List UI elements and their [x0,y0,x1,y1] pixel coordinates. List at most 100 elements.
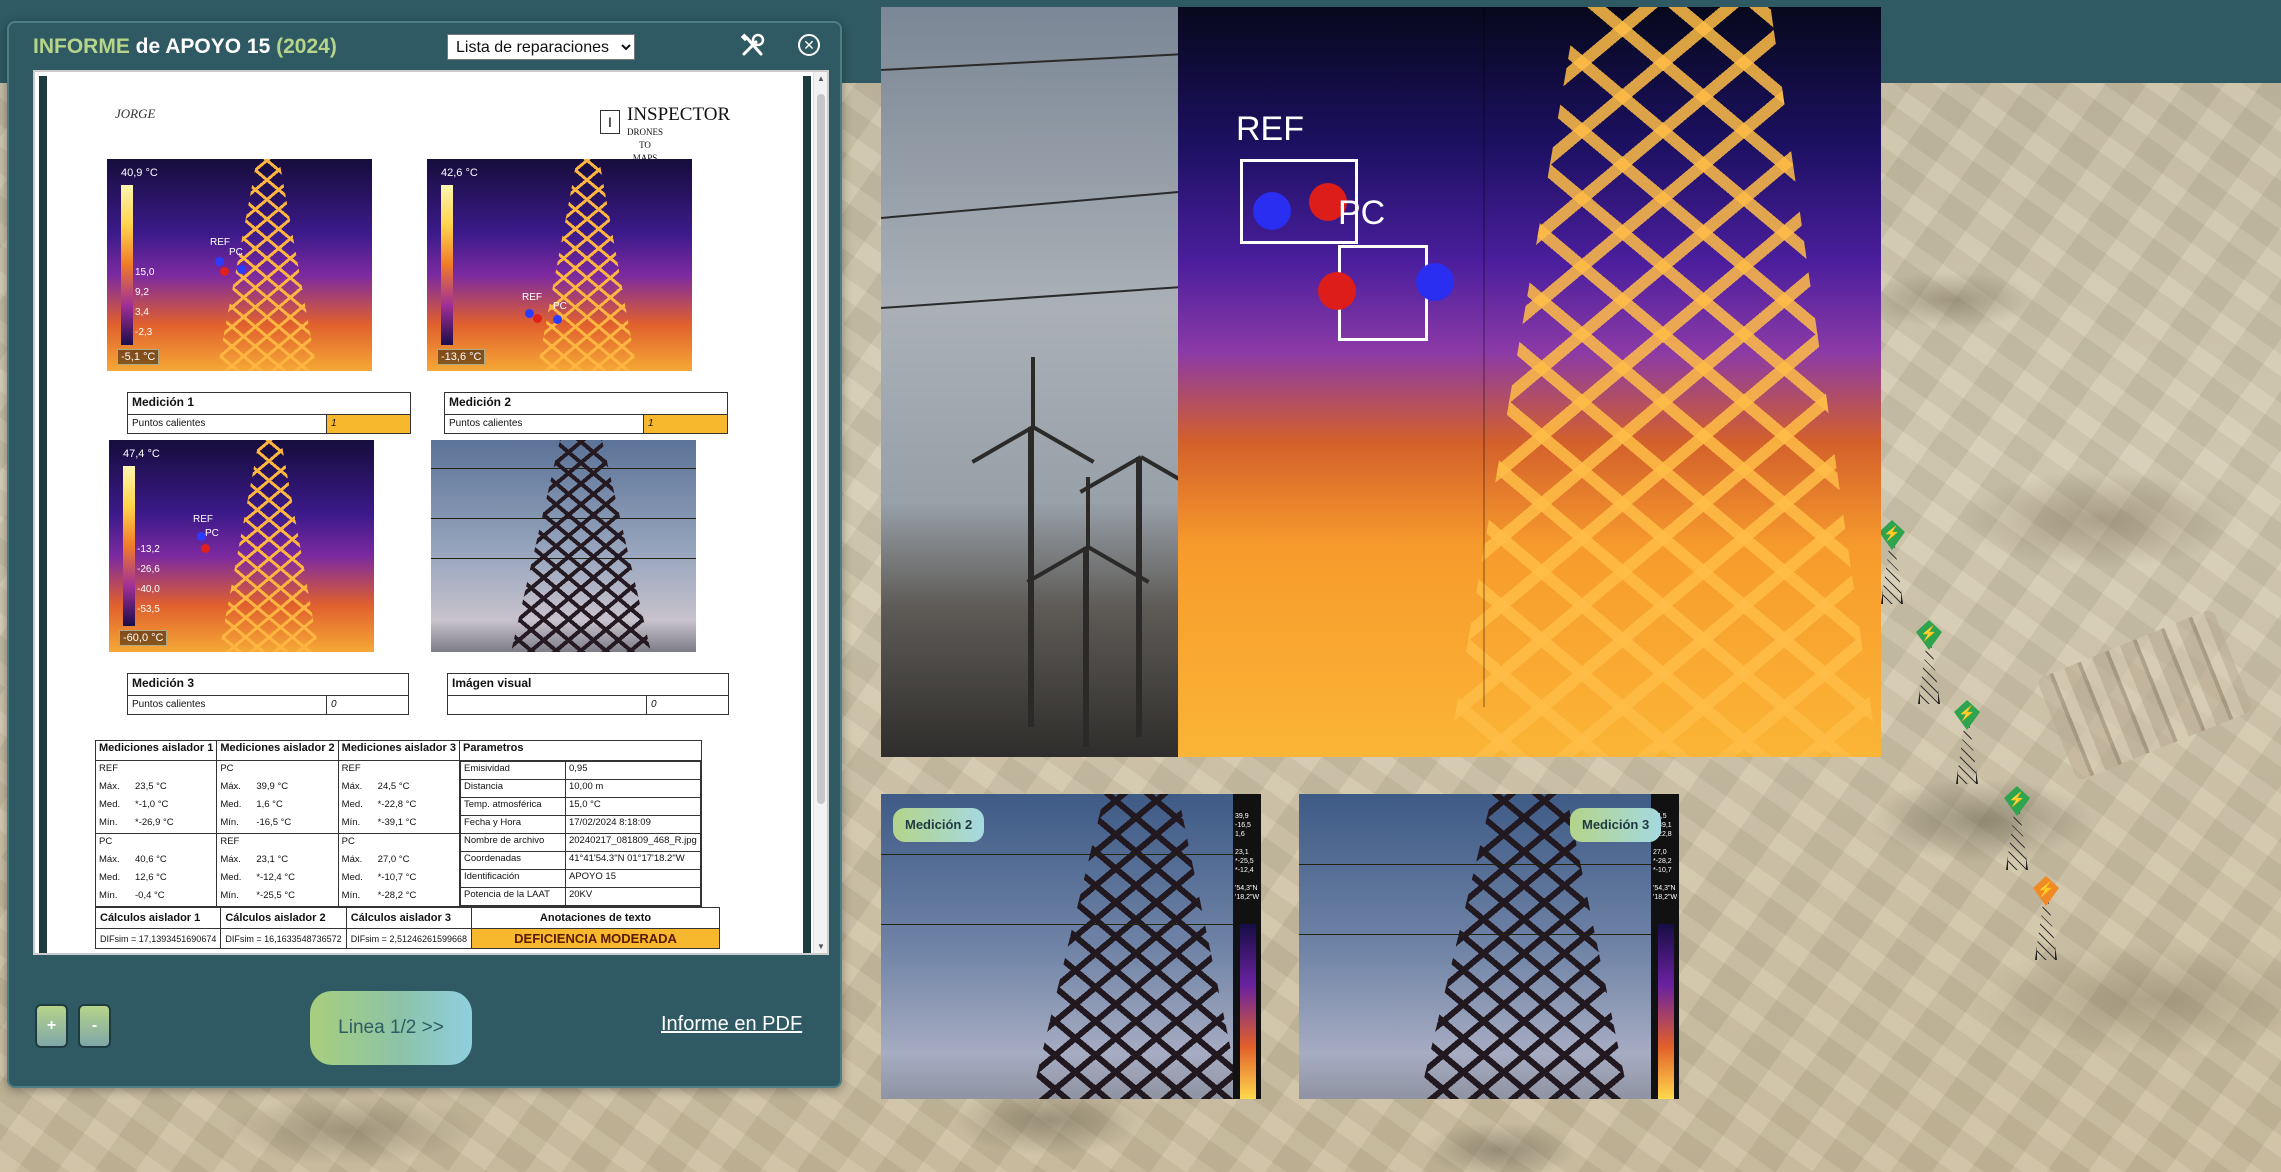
aislador-3-group-2: PC Máx. 27,0 °C Med. *-10,7 °C Mín. *-28,2 … [337,833,460,907]
panel-title: INFORME de APOYO 15 (2024) [33,35,337,59]
aislador-2-group-2: REF Máx. 23,1 °C Med. *-12,4 °C Mín. *-25,5… [216,833,339,907]
parameters-table: Emisividad 0,95 Distancia 10,00 m Temp. at… [459,761,701,906]
temp-ticks: 15,0 9,2 3,4 -2,3 [135,267,155,338]
pc-max-dot [1318,272,1356,310]
pc-dot [220,267,229,276]
scroll-down-arrow-icon[interactable]: ▼ [816,942,826,951]
thermal-image-3: 47,4 °C -13,2 -26,6 -40,0 -53,5 -60,0 °C RE… [109,440,374,652]
visual-image [431,440,696,652]
scale-text: 39,9 -16,5 1,6 23,1 *-25,5 *-12,4 '54,3"… [1235,813,1260,901]
scroll-up-arrow-icon[interactable]: ▲ [816,74,826,83]
tower-structure [537,159,637,371]
power-tower-icon [2006,808,2028,870]
temp-min: -5,1 °C [117,349,160,365]
pdf-report-link[interactable]: Informe en PDF [661,1013,802,1036]
col-header: Anotaciones de texto [471,907,721,929]
power-line [881,924,1233,925]
measurements-table: Mediciones aislador 1 Mediciones aislado… [94,740,702,907]
logo-letter: I [600,110,620,134]
pc-label: PC [553,301,567,312]
deficiency-badge: DEFICIENCIA MODERADA [471,928,721,949]
tower-marker[interactable]: ⚡ [1998,786,2038,876]
ref-dot [215,257,224,266]
title-apoyo: de APOYO 15 [129,35,277,58]
document-scrollbar[interactable]: ▲ ▼ [813,72,827,953]
power-line [881,53,1181,71]
measurement-box-3: Medición 3 Puntos calientes 0 [127,673,409,715]
zoom-in-button[interactable]: + [35,1004,68,1048]
temp-ticks: -13,2 -26,6 -40,0 -53,5 [137,544,160,615]
aislador-1-group-2: PC Máx. 40,6 °C Med. 12,6 °C Mín. -0,4 °C [94,833,218,907]
temp-min: -13,6 °C [437,349,486,365]
col-header: Cálculos aislador 1 [94,907,222,929]
temperature-bar [441,185,453,345]
tower-marker-selected[interactable]: ⚡ [2027,876,2067,966]
inspector-logo: I INSPECTOR DRONES TO MAPS [600,104,731,165]
temperature-bar [123,466,135,626]
temp-min: -60,0 °C [119,630,168,646]
calc-value: DIFsim = 2,51246261599668 [345,928,473,949]
col-header: Parametros [458,740,702,761]
ref-dot [553,315,562,324]
power-tower-icon [1881,542,1903,604]
power-tower-icon [2035,898,2057,960]
scroll-thumb[interactable] [817,94,825,804]
tower-marker[interactable]: ⚡ [1948,700,1988,790]
tower-structure [1031,794,1241,1099]
pc-label: PC [1338,194,1386,232]
tower-structure [1448,7,1878,757]
pc-label: PC [205,528,219,539]
temp-max: 47,4 °C [123,448,160,460]
repair-list-dropdown[interactable]: Lista de reparaciones [447,34,635,60]
thumbnail-medicion-2[interactable]: 39,9 -16,5 1,6 23,1 *-25,5 *-12,4 '54,3"… [881,794,1261,1099]
power-line [881,190,1181,219]
tower-structure [511,440,651,652]
ref-label: REF [522,292,542,303]
tower-marker[interactable]: ⚡ [1910,620,1950,710]
image-seam [1483,7,1485,707]
aislador-1-group-1: REF Máx. 23,5 °C Med. *-1,0 °C Mín. *-26,9 … [94,760,218,834]
col-header: Mediciones aislador 1 [94,740,218,761]
visual-photo [881,7,1203,757]
measurement-box-1: Medición 1 Puntos calientes 1 [127,392,411,434]
visual-image-box: Imágen visual 0 [447,673,729,715]
ref-dot [197,532,206,541]
temperature-scale: 39,9 -16,5 1,6 23,1 *-25,5 *-12,4 '54,3"… [1233,794,1261,1099]
pc-min-dot [1416,263,1454,301]
parameters-cell: Emisividad 0,95 Distancia 10,00 m Temp. at… [458,760,702,907]
report-document[interactable]: JORGE I INSPECTOR DRONES TO MAPS 40,9 °C… [33,70,829,955]
power-tower-icon [1918,642,1940,704]
image-viewer[interactable]: REF PC [881,7,1881,757]
ref-dot [237,265,246,274]
scale-gradient [1658,924,1674,1099]
col-header: Cálculos aislador 3 [345,907,473,929]
lightning-icon: ⚡ [1879,520,1905,550]
title-year: (2024) [276,35,337,58]
measurement-box-2: Medición 2 Puntos calientes 1 [444,392,728,434]
thumbnail-medicion-3[interactable]: 24,5 *-39,1 *-22,8 27,0 *-28,2 *-10,7 '5… [1299,794,1679,1099]
lightning-icon: ⚡ [1916,620,1942,650]
col-header: Mediciones aislador 3 [337,740,460,761]
calculations-table: Cálculos aislador 1 Cálculos aislador 2 … [94,907,721,949]
tools-icon[interactable] [739,32,767,60]
thumb-label: Medición 3 [1570,808,1662,842]
temperature-bar [121,185,133,345]
lightning-icon: ⚡ [1954,700,1980,730]
lightning-icon: ⚡ [2004,786,2030,816]
pc-dot [201,544,210,553]
thermal-image-large: REF PC [1178,7,1881,757]
aislador-2-group-1: PC Máx. 39,9 °C Med. 1,6 °C Mín. -16,5 °C [216,760,339,834]
next-line-button[interactable]: Linea 1/2 >> [310,991,472,1065]
thermal-image-1: 40,9 °C 15,0 9,2 3,4 -2,3 -5,1 °C REF PC [107,159,372,371]
aislador-3-group-1: REF Máx. 24,5 °C Med. *-22,8 °C Mín. *-39,1… [337,760,460,834]
thermal-image-2: 42,6 °C -13,6 °C REF PC [427,159,692,371]
close-icon[interactable]: ✕ [798,34,820,56]
temp-max: 42,6 °C [441,167,478,179]
zoom-out-button[interactable]: - [78,1004,111,1048]
scale-gradient [1240,924,1256,1099]
tower-structure [219,440,319,652]
ref-label: REF [193,514,213,525]
ref-min-dot [1253,192,1291,230]
logo-main-text: INSPECTOR [627,104,731,125]
thumb-label: Medición 2 [893,808,985,842]
